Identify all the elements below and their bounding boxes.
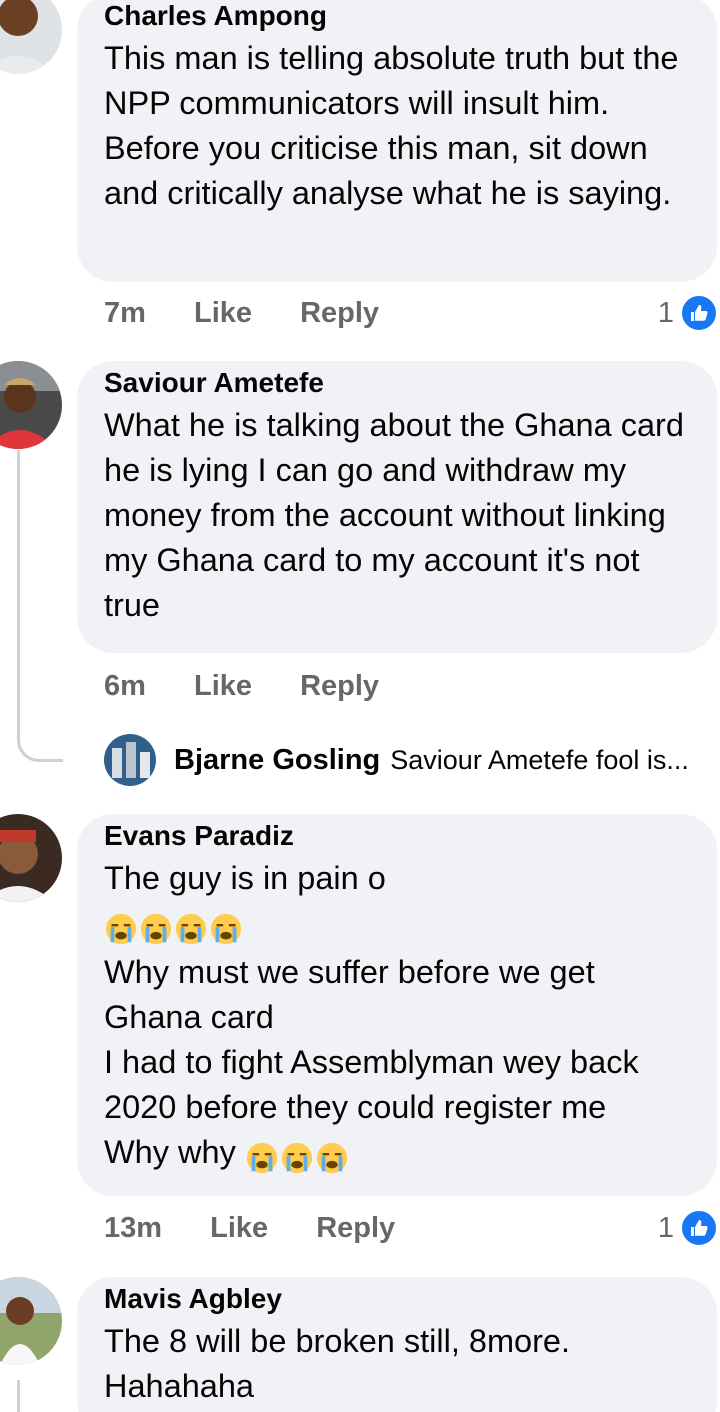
crying-emoji-group [245,1134,350,1179]
loudly-crying-face-emoji [210,914,242,945]
reply-avatar [104,734,156,786]
loudly-crying-face-emoji [175,914,207,945]
reaction-count: 1 [657,1211,674,1244]
thread-connector [17,450,63,762]
reply-preview[interactable]: Bjarne Gosling Saviour Ametefe fool is..… [104,733,689,787]
comment-author[interactable]: Charles Ampong [104,0,691,32]
comment-time[interactable]: 7m [104,297,146,329]
comment-text-line: The guy is in pain o [104,860,386,896]
comments-page: Charles Ampong This man is telling absol… [0,0,720,1412]
reaction-summary[interactable]: 1 [658,1209,718,1247]
comment-actions: 6m Like Reply [104,670,419,703]
loudly-crying-face-emoji [281,1143,312,1174]
avatar[interactable] [0,814,62,902]
comment-author[interactable]: Mavis Agbley [104,1283,691,1315]
loudly-crying-face-emoji [316,1143,347,1174]
comment-author[interactable]: Evans Paradiz [104,820,691,852]
avatar[interactable] [0,361,62,449]
comment-author[interactable]: Saviour Ametefe [104,367,691,399]
like-reaction-icon [680,294,718,332]
reply-button[interactable]: Reply [316,1212,395,1244]
reaction-summary[interactable]: 1 [658,294,718,332]
avatar-photo [0,1277,62,1365]
comment-actions: 13m Like Reply [104,1212,435,1245]
loudly-crying-face-emoji [246,1143,277,1174]
reply-button[interactable]: Reply [300,670,379,702]
reply-button[interactable]: Reply [300,297,379,329]
thread-connector [17,1380,20,1412]
comment-text-line: I had to fight Assemblyman wey back 2020… [104,1044,648,1125]
reply-text: Saviour Ametefe fool is... [390,744,689,775]
avatar-photo [104,734,156,786]
like-reaction-icon [680,1209,718,1247]
comment-actions: 7m Like Reply [104,297,419,330]
comment-bubble: Saviour Ametefe What he is talking about… [77,361,717,653]
comment-text: This man is telling absolute truth but t… [104,40,688,211]
comment-bubble: Charles Ampong This man is telling absol… [77,0,717,282]
loudly-crying-face-emoji [105,914,137,945]
comment-text: What he is talking about the Ghana card … [104,407,693,623]
comment-text: The guy is in pain o Why must we suffer … [104,856,691,1179]
like-button[interactable]: Like [210,1212,268,1244]
avatar-photo [0,361,62,449]
comment-bubble: Evans Paradiz The guy is in pain o Why m… [77,814,717,1196]
avatar-photo [0,814,62,902]
avatar[interactable] [0,1277,62,1365]
loudly-crying-face-emoji [140,914,172,945]
avatar-photo [0,0,62,74]
like-button[interactable]: Like [194,297,252,329]
avatar[interactable] [0,0,62,74]
reply-author: Bjarne Gosling [174,743,381,776]
reaction-count: 1 [657,296,674,329]
comment-time[interactable]: 13m [104,1212,162,1244]
comment-time[interactable]: 6m [104,670,146,702]
crying-emoji-group [104,905,244,950]
comment-text: The 8 will be broken still, 8more. Hahah… [104,1323,580,1404]
comment-bubble: Mavis Agbley The 8 will be broken still,… [77,1277,717,1412]
comment-text-line: Why why [104,1134,236,1170]
comment-text-line: Why must we suffer before we get Ghana c… [104,954,604,1035]
like-button[interactable]: Like [194,670,252,702]
